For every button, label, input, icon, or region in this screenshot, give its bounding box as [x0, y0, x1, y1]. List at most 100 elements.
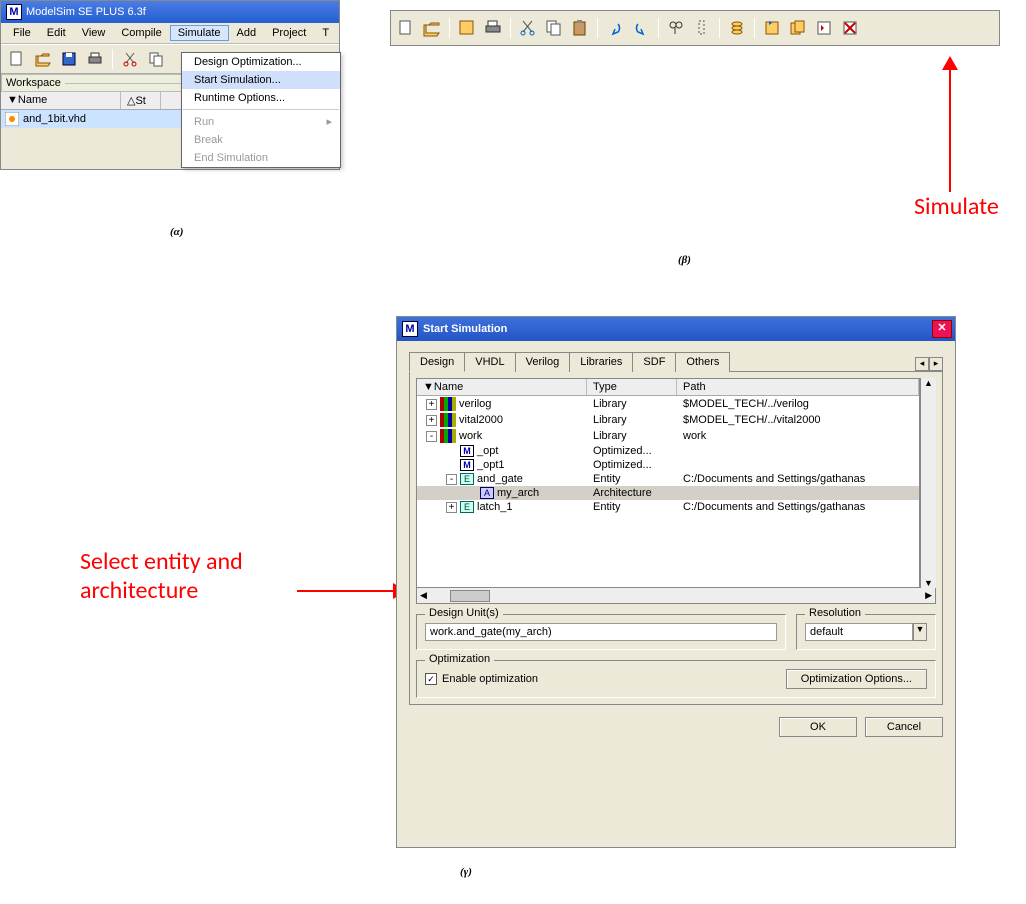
close-button[interactable]: ✕ — [932, 320, 952, 338]
tree-row[interactable]: +vital2000Library$MODEL_TECH/../vital200… — [417, 412, 919, 428]
expander-icon[interactable]: + — [426, 415, 437, 426]
redo-icon[interactable] — [629, 17, 653, 39]
tree-row[interactable]: M_opt1Optimized... — [417, 458, 919, 472]
open-icon[interactable] — [420, 17, 444, 39]
tree-row[interactable]: Amy_archArchitecture — [417, 486, 919, 500]
tree-row[interactable]: -workLibrarywork — [417, 428, 919, 444]
caption-gamma: (γ) — [460, 866, 472, 878]
tab-scroll-right[interactable]: ▸ — [929, 357, 943, 371]
menu-design-optimization[interactable]: Design Optimization... — [182, 53, 340, 71]
menu-edit[interactable]: Edit — [39, 25, 74, 41]
stack-icon[interactable] — [725, 17, 749, 39]
simulate-dropdown: Design Optimization... Start Simulation.… — [181, 52, 341, 168]
open-icon[interactable] — [31, 48, 55, 70]
tree-col-path[interactable]: Path — [677, 379, 919, 395]
tree-col-name[interactable]: Name — [434, 381, 463, 393]
tree-item-name: and_gate — [477, 473, 523, 485]
dialog-icon: M — [402, 321, 418, 337]
file-name: and_1bit.vhd — [23, 113, 86, 125]
new-icon[interactable] — [5, 48, 29, 70]
tree-hscrollbar[interactable]: ◀▶ — [416, 588, 936, 604]
architecture-icon: A — [480, 487, 494, 499]
tab-sdf[interactable]: SDF — [632, 352, 676, 372]
tab-design[interactable]: Design — [409, 352, 465, 372]
menu-compile[interactable]: Compile — [113, 25, 169, 41]
tree-item-name: vital2000 — [459, 414, 503, 426]
cancel-button[interactable]: Cancel — [865, 717, 943, 737]
compile-icon[interactable] — [760, 17, 784, 39]
cut-icon[interactable] — [516, 17, 540, 39]
paste-icon[interactable] — [568, 17, 592, 39]
col-status-header[interactable]: △St — [121, 92, 161, 109]
print-icon[interactable] — [481, 17, 505, 39]
find-icon[interactable] — [664, 17, 688, 39]
menu-end-simulation[interactable]: End Simulation — [182, 149, 340, 167]
submenu-arrow-icon: ▸ — [326, 115, 332, 128]
compile-all-icon[interactable] — [786, 17, 810, 39]
resolution-label: Resolution — [805, 607, 865, 619]
design-units-group: Design Unit(s) — [416, 614, 786, 650]
new-icon[interactable] — [394, 17, 418, 39]
entity-icon: E — [460, 473, 474, 485]
expander-icon[interactable]: - — [446, 474, 457, 485]
dialog-title: Start Simulation — [423, 323, 507, 335]
tree-item-path: $MODEL_TECH/../verilog — [679, 398, 919, 410]
menu-add[interactable]: Add — [229, 25, 265, 41]
ok-button[interactable]: OK — [779, 717, 857, 737]
save-icon[interactable] — [455, 17, 479, 39]
tree-row[interactable]: +Elatch_1EntityC:/Documents and Settings… — [417, 500, 919, 514]
modelsim-main-window: M ModelSim SE PLUS 6.3f File Edit View C… — [0, 0, 340, 170]
tree-col-type[interactable]: Type — [587, 379, 677, 395]
menu-file[interactable]: File — [5, 25, 39, 41]
tab-libraries[interactable]: Libraries — [569, 352, 633, 372]
cut-icon[interactable] — [118, 48, 142, 70]
design-units-label: Design Unit(s) — [425, 607, 503, 619]
tree-row[interactable]: +verilogLibrary$MODEL_TECH/../verilog — [417, 396, 919, 412]
optimization-options-button[interactable]: Optimization Options... — [786, 669, 927, 689]
tree-item-name: _opt1 — [477, 459, 505, 471]
menu-project[interactable]: Project — [264, 25, 314, 41]
tab-others[interactable]: Others — [675, 352, 730, 372]
tab-vhdl[interactable]: VHDL — [464, 352, 515, 372]
copy-icon[interactable] — [542, 17, 566, 39]
undo-icon[interactable] — [603, 17, 627, 39]
col-name-header[interactable]: ▼Name — [1, 92, 121, 109]
dialog-tabs: Design VHDL Verilog Libraries SDF Others — [409, 351, 729, 371]
annotation-select: Select entity and architecture — [80, 548, 243, 606]
window-title: ModelSim SE PLUS 6.3f — [26, 6, 146, 18]
enable-optimization-label: Enable optimization — [442, 673, 538, 685]
library-icon — [440, 397, 456, 411]
menu-break[interactable]: Break — [182, 131, 340, 149]
menu-start-simulation[interactable]: Start Simulation... — [182, 71, 340, 89]
entity-icon: E — [460, 501, 474, 513]
menu-simulate[interactable]: Simulate — [170, 25, 229, 41]
menu-run[interactable]: Run▸ — [182, 112, 340, 131]
expander-icon[interactable]: - — [426, 431, 437, 442]
marker-icon[interactable] — [690, 17, 714, 39]
tree-item-type: Architecture — [589, 487, 679, 499]
tree-vscrollbar[interactable]: ▲ ▼ — [920, 378, 936, 588]
copy-icon[interactable] — [144, 48, 168, 70]
tab-scroll-left[interactable]: ◂ — [915, 357, 929, 371]
tab-verilog[interactable]: Verilog — [515, 352, 571, 372]
print-icon[interactable] — [83, 48, 107, 70]
simulate-icon[interactable] — [812, 17, 836, 39]
expander-icon[interactable]: + — [426, 399, 437, 410]
tree-row[interactable]: M_optOptimized... — [417, 444, 919, 458]
menu-view[interactable]: View — [74, 25, 114, 41]
resolution-select[interactable] — [805, 623, 913, 641]
design-units-input[interactable] — [425, 623, 777, 641]
tree-item-type: Optimized... — [589, 459, 679, 471]
resolution-dropdown-button[interactable]: ▼ — [913, 623, 927, 641]
dialog-titlebar: M Start Simulation ✕ — [397, 317, 955, 341]
save-icon[interactable] — [57, 48, 81, 70]
menu-runtime-options[interactable]: Runtime Options... — [182, 89, 340, 107]
enable-optimization-checkbox[interactable]: ✓ — [425, 673, 437, 685]
break-icon[interactable] — [838, 17, 862, 39]
library-icon — [440, 413, 456, 427]
tree-item-name: _opt — [477, 445, 498, 457]
tree-item-path: C:/Documents and Settings/gathanas — [679, 473, 919, 485]
arrow-up-icon — [949, 66, 951, 192]
expander-icon[interactable]: + — [446, 502, 457, 513]
tree-row[interactable]: -Eand_gateEntityC:/Documents and Setting… — [417, 472, 919, 486]
